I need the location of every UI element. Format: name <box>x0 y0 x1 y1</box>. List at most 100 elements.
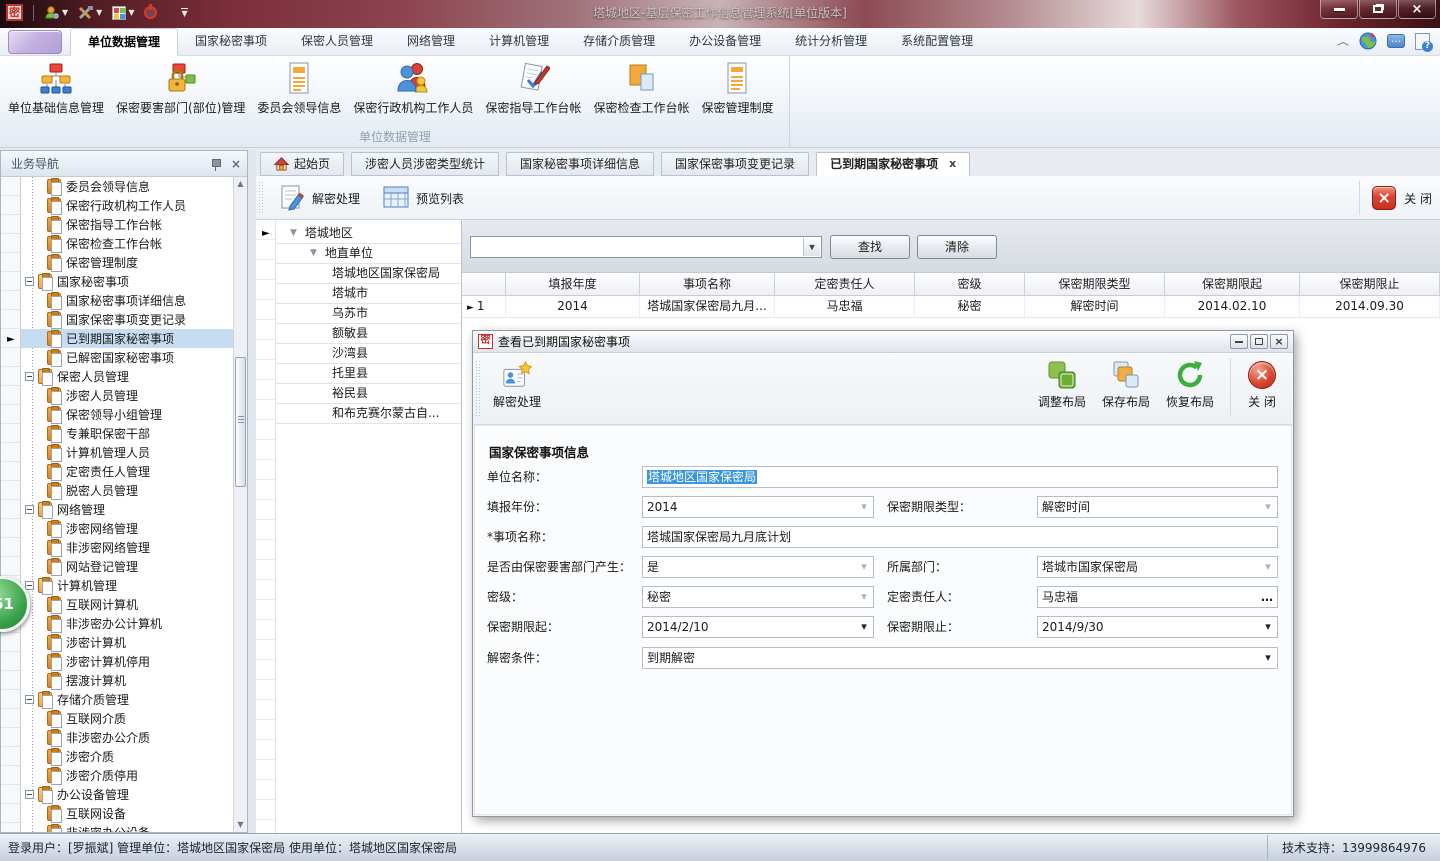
sidebar-tree-item[interactable]: 专兼职保密干部 <box>21 424 233 443</box>
ribbon-tab-network[interactable]: 网络管理 <box>390 28 472 56</box>
ribbon-tab-office-equipment[interactable]: 办公设备管理 <box>672 28 778 56</box>
sidebar-tree-item[interactable]: 保密管理制度 <box>21 253 233 272</box>
dropdown-arrow-icon[interactable] <box>857 618 872 636</box>
tab-close-icon[interactable]: x <box>949 153 956 175</box>
dropdown-arrow-icon[interactable] <box>1261 618 1276 636</box>
dialog-close-toolbar-button[interactable]: 关 闭 <box>1239 356 1285 410</box>
sidebar-scrollbar[interactable] <box>233 177 247 832</box>
feedback-icon[interactable]: … <box>1387 34 1405 48</box>
ribbon-tab-state-secrets[interactable]: 国家秘密事项 <box>178 28 284 56</box>
ribbon-tab-personnel[interactable]: 保密人员管理 <box>284 28 390 56</box>
ribbon-tab-statistics[interactable]: 统计分析管理 <box>778 28 884 56</box>
table-row[interactable]: 1 2014 塔城国家保密局九月... 马忠福 秘密 解密时间 2014.02.… <box>462 296 1440 318</box>
region-tree-item[interactable]: 塔城地区 <box>276 224 461 244</box>
dialog-title-bar[interactable]: 密 查看已到期国家秘密事项 × <box>473 331 1293 353</box>
minimize-button[interactable] <box>1320 0 1358 19</box>
report-year-combobox[interactable]: 2014 <box>642 496 874 518</box>
qat-overflow-button[interactable]: ▼ <box>181 8 187 18</box>
collapse-icon[interactable] <box>25 372 34 381</box>
ellipsis-button[interactable] <box>1261 587 1274 607</box>
sidebar-tree-item[interactable]: 涉密计算机停用 <box>21 652 233 671</box>
sidebar-tree-item[interactable]: 定密责任人管理 <box>21 462 233 481</box>
region-tree-item[interactable]: 和布克赛尔蒙古自... <box>276 404 461 424</box>
sidebar-tree-item[interactable]: 非涉密办公计算机 <box>21 614 233 633</box>
preview-list-button[interactable]: 预览列表 <box>374 181 472 215</box>
doc-tab-expired-secrets[interactable]: 已到期国家秘密事项 x <box>816 152 970 176</box>
ribbon-button-guidance-ledger[interactable]: 保密指导工作台帐 <box>479 58 587 126</box>
grid-header-level[interactable]: 密级 <box>915 273 1025 295</box>
sidebar-tree-item[interactable]: 涉密网络管理 <box>21 519 233 538</box>
grid-header-end[interactable]: 保密期限止 <box>1300 273 1440 295</box>
sidebar-tree-item[interactable]: 委员会领导信息 <box>21 177 233 196</box>
sidebar-tree-item[interactable]: 涉密人员管理 <box>21 386 233 405</box>
maximize-button[interactable] <box>1359 0 1397 19</box>
ribbon-button-management-rules[interactable]: 保密管理制度 <box>695 58 779 126</box>
globe-icon[interactable] <box>1359 32 1377 50</box>
sidebar-tree-item[interactable]: 保密人员管理 <box>21 367 233 386</box>
collapse-ribbon-icon[interactable]: ︿ <box>1337 34 1349 48</box>
close-button[interactable]: × <box>1398 0 1436 19</box>
vital-dept-combobox[interactable]: 是 <box>642 556 874 578</box>
dropdown-arrow-icon[interactable] <box>1261 649 1276 667</box>
collapse-icon[interactable] <box>25 695 34 704</box>
grid-header-person[interactable]: 定密责任人 <box>775 273 915 295</box>
region-tree-item[interactable]: 额敏县 <box>276 324 461 344</box>
dropdown-arrow-icon[interactable] <box>857 498 872 516</box>
sidebar-tree-item[interactable]: 网络管理 <box>21 500 233 519</box>
grid-header-name[interactable]: 事项名称 <box>640 273 775 295</box>
collapse-icon[interactable] <box>25 790 34 799</box>
sidebar-tree-item[interactable]: 国家秘密事项详细信息 <box>21 291 233 310</box>
ribbon-button-inspection-ledger[interactable]: 保密检查工作台帐 <box>587 58 695 126</box>
theme-button[interactable]: ▼ <box>112 6 134 20</box>
dropdown-arrow-icon[interactable] <box>1261 558 1276 576</box>
doc-tab-secret-details[interactable]: 国家秘密事项详细信息 <box>506 152 654 176</box>
ribbon-button-agency-staff[interactable]: 保密行政机构工作人员 <box>347 58 479 126</box>
expand-arrow-icon[interactable] <box>290 224 297 243</box>
sidebar-tree-item[interactable]: 涉密介质停用 <box>21 766 233 785</box>
sidebar-tree-item[interactable]: 互联网设备 <box>21 804 233 823</box>
dropdown-arrow-icon[interactable] <box>1261 498 1276 516</box>
combo-dropdown-icon[interactable] <box>803 238 820 256</box>
sidebar-tree-item[interactable]: 已解密国家秘密事项 <box>21 348 233 367</box>
dept-combobox[interactable]: 塔城市国家保密局 <box>1037 556 1278 578</box>
sidebar-tree-item[interactable]: 互联网介质 <box>21 709 233 728</box>
dialog-decrypt-button[interactable]: 解密处理 <box>485 356 549 410</box>
sidebar-tree-item[interactable]: 互联网计算机 <box>21 595 233 614</box>
dropdown-arrow-icon[interactable] <box>857 588 872 606</box>
dropdown-arrow-icon[interactable] <box>857 558 872 576</box>
ribbon-tab-unit-data[interactable]: 单位数据管理 <box>70 28 178 56</box>
sidebar-tree-item[interactable]: 办公设备管理 <box>21 785 233 804</box>
sidebar-tree-item[interactable]: 涉密介质 <box>21 747 233 766</box>
scrollbar-thumb[interactable] <box>235 357 246 487</box>
sidebar-tree-item[interactable]: 涉密计算机 <box>21 633 233 652</box>
scroll-down-icon[interactable] <box>234 818 247 832</box>
region-tree-item[interactable]: 沙湾县 <box>276 344 461 364</box>
sidebar-tree-item[interactable]: 保密行政机构工作人员 <box>21 196 233 215</box>
search-combobox[interactable] <box>470 236 822 258</box>
region-tree-item[interactable]: 地直单位 <box>276 244 461 264</box>
unit-name-field[interactable]: 塔城地区国家保密局 <box>642 466 1278 488</box>
decrypt-button[interactable]: 解密处理 <box>270 181 368 215</box>
sidebar-splitter[interactable] <box>248 150 256 833</box>
region-tree-item[interactable]: 托里县 <box>276 364 461 384</box>
ribbon-tab-computer[interactable]: 计算机管理 <box>472 28 566 56</box>
ribbon-button-unit-basic-info[interactable]: 单位基础信息管理 <box>2 58 110 126</box>
sidebar-tree-item[interactable]: 网站登记管理 <box>21 557 233 576</box>
level-combobox[interactable]: 秘密 <box>642 586 874 608</box>
tools-button[interactable]: ▼ <box>78 5 102 21</box>
region-tree-item[interactable]: 乌苏市 <box>276 304 461 324</box>
region-tree-item[interactable]: 裕民县 <box>276 384 461 404</box>
sidebar-tree-item[interactable]: 存储介质管理 <box>21 690 233 709</box>
sidebar-tree-item[interactable]: 保密领导小组管理 <box>21 405 233 424</box>
user-settings-button[interactable]: ▼ <box>44 5 68 21</box>
scroll-up-icon[interactable] <box>234 177 247 191</box>
sidebar-tree-item[interactable]: 摆渡计算机 <box>21 671 233 690</box>
save-layout-button[interactable]: 保存布局 <box>1094 356 1158 410</box>
expand-arrow-icon[interactable] <box>310 244 317 263</box>
sidebar-tree-item[interactable]: 国家保密事项变更记录 <box>21 310 233 329</box>
doc-tab-change-records[interactable]: 国家保密事项变更记录 <box>661 152 809 176</box>
close-tab-icon[interactable] <box>1372 186 1396 210</box>
doc-tab-start-page[interactable]: 起始页 <box>260 152 344 176</box>
find-button[interactable]: 查找 <box>830 235 910 259</box>
pin-icon[interactable] <box>209 157 223 171</box>
